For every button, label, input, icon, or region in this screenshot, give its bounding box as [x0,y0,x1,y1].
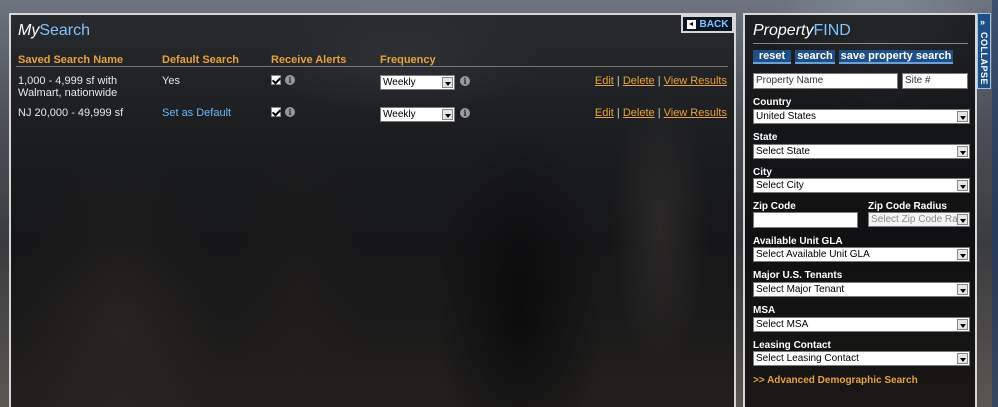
chevron-down-icon [957,319,968,330]
info-icon[interactable]: i [285,107,295,117]
zip-code-label: Zip Code [753,201,796,212]
leasing-contact-label: Leasing Contact [753,340,831,351]
gla-label: Available Unit GLA [753,236,843,247]
collapse-label: COLLAPSE [979,32,989,86]
country-label: Country [753,97,792,108]
gla-select[interactable]: Select Available Unit GLA [753,247,970,262]
state-select[interactable]: Select State [753,144,970,159]
chevron-down-icon [957,249,968,260]
info-icon[interactable]: i [460,108,470,118]
row-2-frequency-select[interactable]: Weekly [380,107,455,122]
row-1-delete-link[interactable]: Delete [623,75,655,87]
chevron-down-icon [957,180,968,191]
column-header-alerts: Receive Alerts [271,54,347,66]
row-1-search-name: 1,000 - 4,999 sf with Walmart, nationwid… [18,75,118,99]
row-2-set-default-link[interactable]: Set as Default [162,107,231,119]
zip-radius-select[interactable]: Select Zip Code Rad [868,212,970,227]
msa-select[interactable]: Select MSA [753,317,970,332]
row-2-view-results-link[interactable]: View Results [664,107,727,119]
row-1-alerts-checkbox[interactable] [271,75,281,85]
double-chevron-right-icon: » [980,17,986,27]
leasing-contact-select[interactable]: Select Leasing Contact [753,351,970,366]
info-icon[interactable]: i [460,76,470,86]
state-label: State [753,132,778,143]
property-find-title: PropertyFIND [753,22,851,39]
collapse-tab[interactable]: » COLLAPSE [977,13,991,89]
row-1-edit-link[interactable]: Edit [595,75,614,87]
country-select[interactable]: United States [753,109,970,124]
row-1-actions: Edit | Delete | View Results [594,75,727,87]
my-search-title: MySearch [18,22,91,39]
site-number-input[interactable]: Site # [902,73,968,89]
info-icon[interactable]: i [285,75,295,85]
chevron-down-icon [957,111,968,122]
zip-code-input[interactable] [753,212,858,228]
reset-button[interactable]: reset [753,50,791,64]
row-2-alerts-checkbox[interactable] [271,107,281,117]
property-name-input[interactable]: Property Name [753,73,898,89]
row-2-search-name: NJ 20,000 - 49,999 sf [18,107,124,119]
search-button[interactable]: search [795,50,835,64]
chevron-down-icon [442,109,453,120]
chevron-down-icon [957,284,968,295]
column-header-frequency: Frequency [380,54,436,66]
tenants-select[interactable]: Select Major Tenant [753,282,970,297]
advanced-demographic-search-link[interactable]: >> Advanced Demographic Search [753,375,918,386]
row-1-view-results-link[interactable]: View Results [664,75,727,87]
row-2-delete-link[interactable]: Delete [623,107,655,119]
row-2-edit-link[interactable]: Edit [595,107,614,119]
title-divider [753,43,968,44]
chevron-down-icon [957,146,968,157]
column-header-default: Default Search [162,54,240,66]
city-label: City [753,167,772,178]
msa-label: MSA [753,305,776,316]
my-search-panel: MySearch BACK Saved Search Name Default … [9,13,736,407]
header-divider [16,66,728,67]
zip-radius-label: Zip Code Radius [868,201,947,212]
row-1-default-value: Yes [162,75,180,87]
city-select[interactable]: Select City [753,178,970,193]
row-1-frequency-select[interactable]: Weekly [380,75,455,90]
column-header-name: Saved Search Name [18,54,124,66]
chevron-down-icon [957,214,968,225]
chevron-down-icon [442,77,453,88]
row-2-actions: Edit | Delete | View Results [594,107,727,119]
chevron-down-icon [957,353,968,364]
tenants-label: Major U.S. Tenants [753,270,843,281]
back-button[interactable]: BACK [681,15,734,33]
right-edge-strip [992,0,998,407]
back-arrow-icon [686,19,696,29]
save-property-search-button[interactable]: save property search [839,50,953,64]
property-find-panel: PropertyFIND reset search save property … [743,13,977,407]
